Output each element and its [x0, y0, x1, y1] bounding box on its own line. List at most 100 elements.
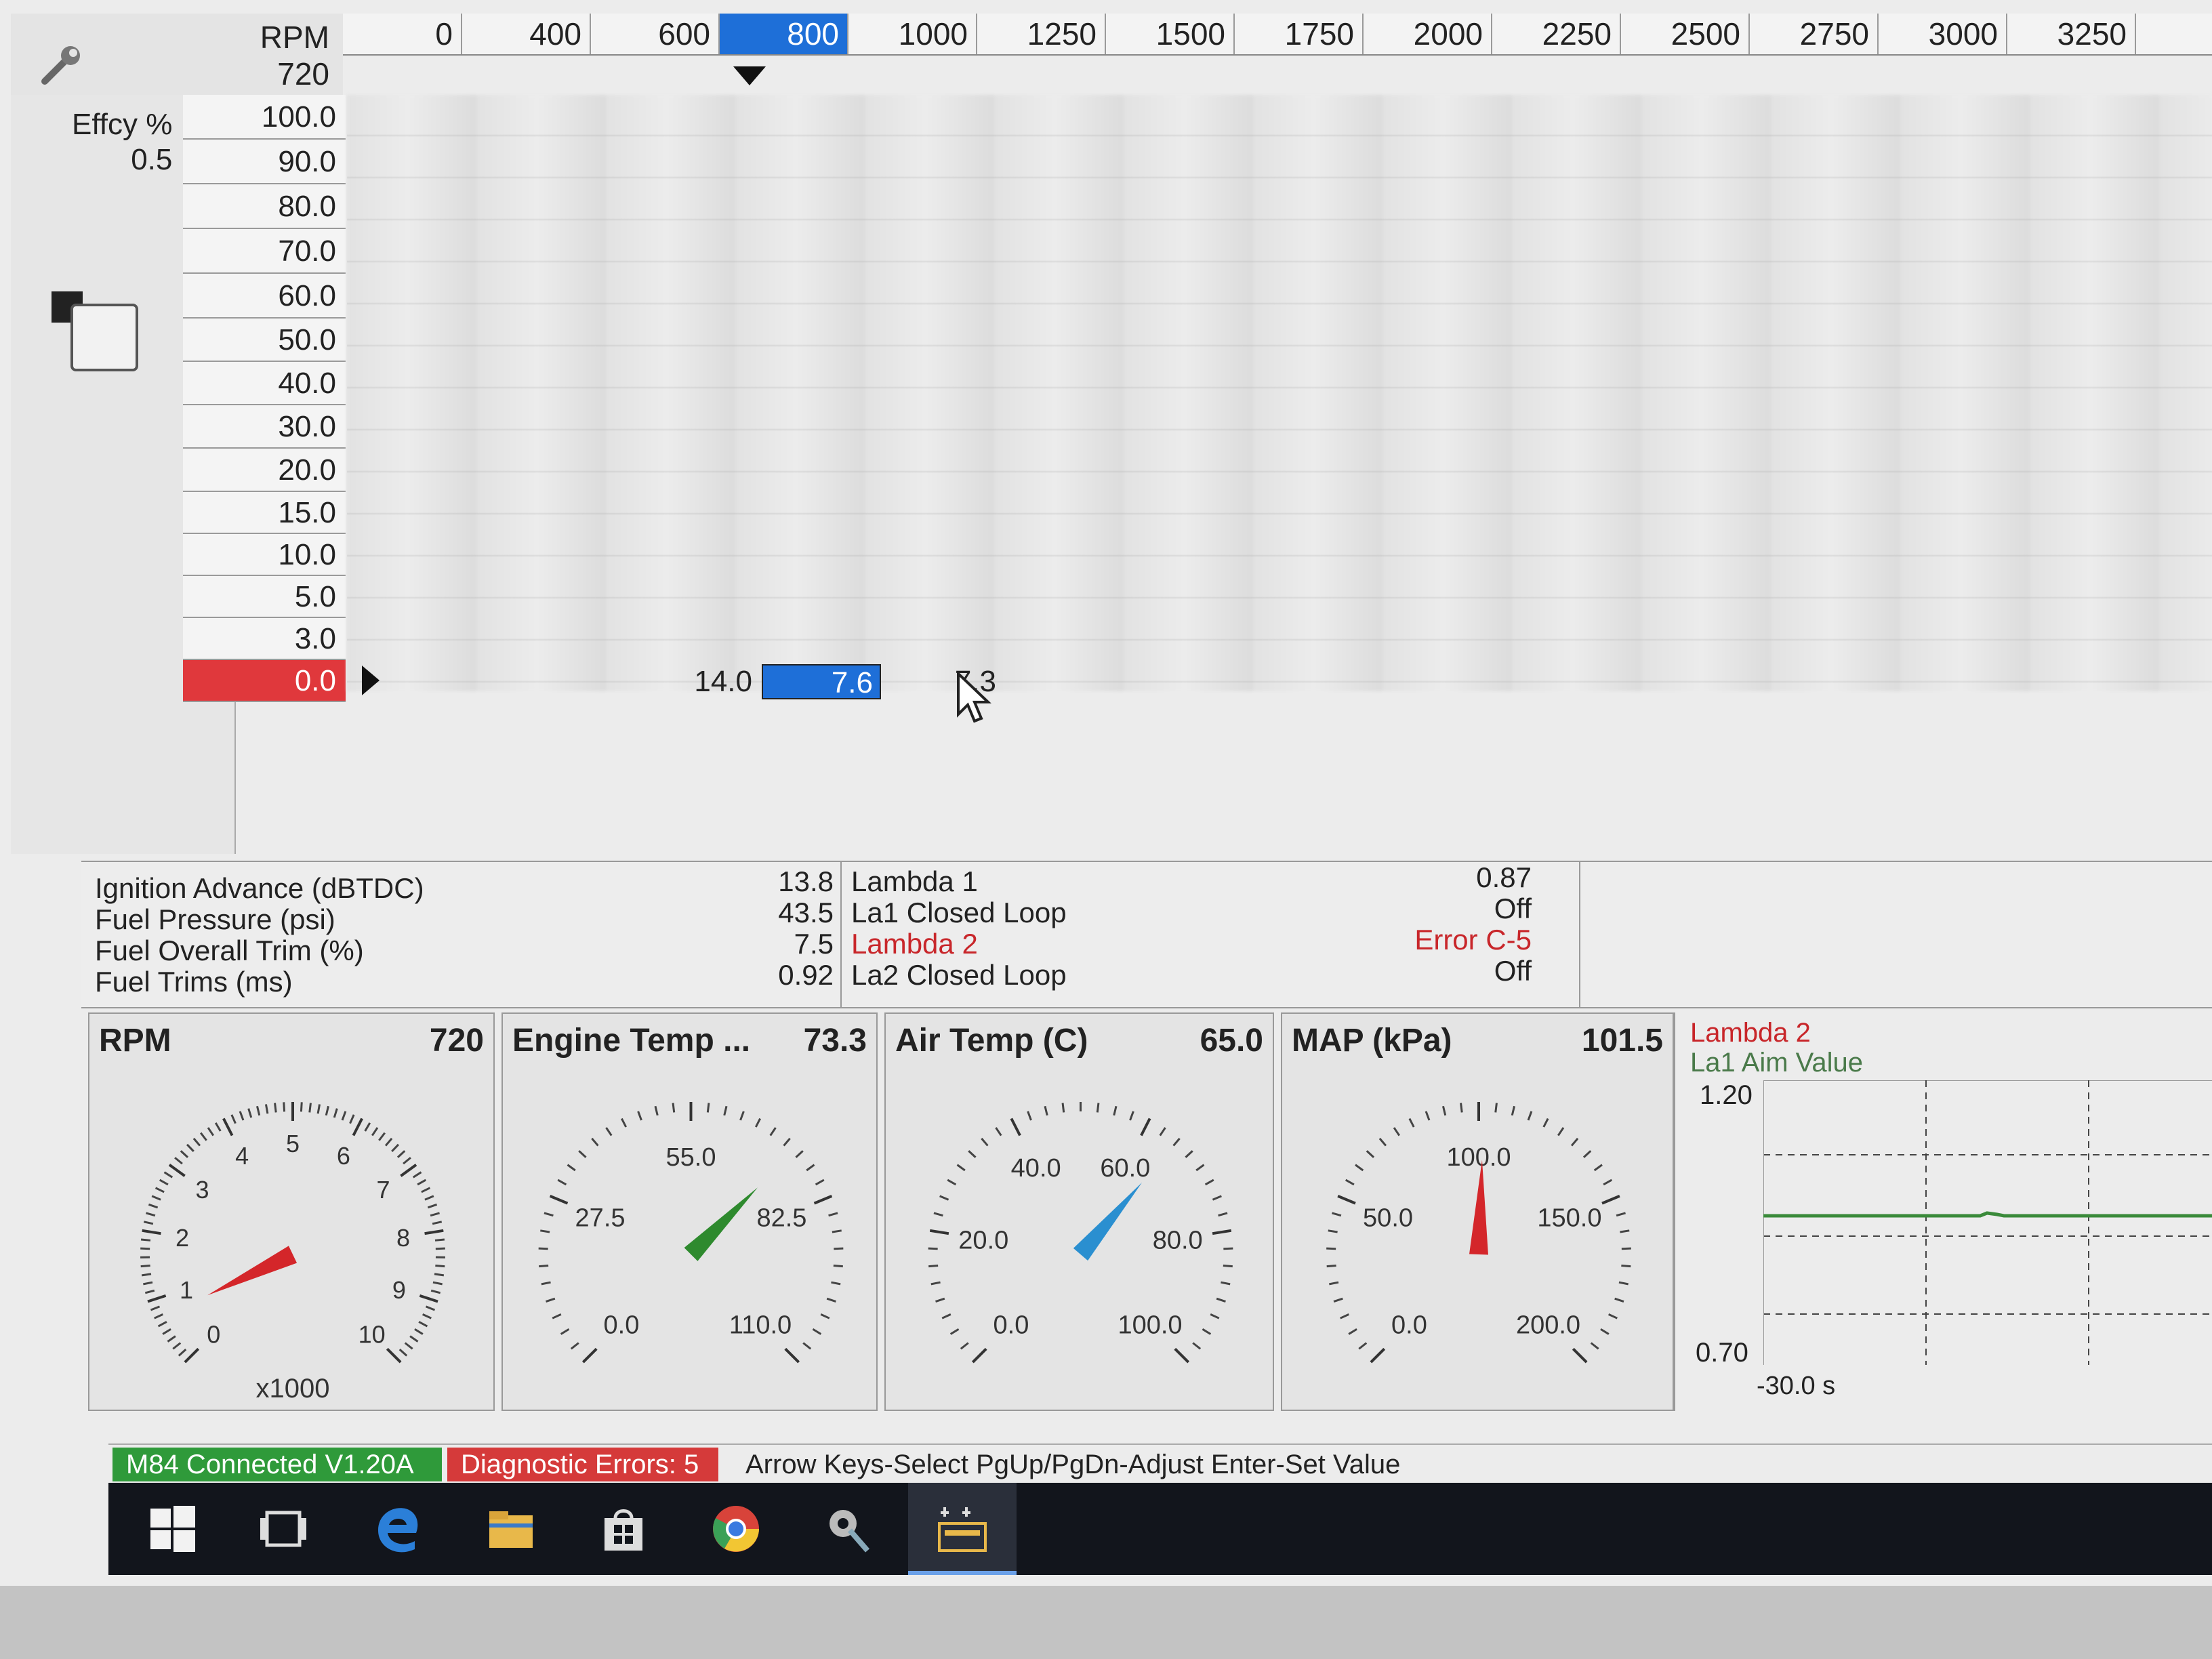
rpm-column-header[interactable]: 1250: [977, 14, 1106, 54]
table-cell[interactable]: 14.0: [664, 664, 759, 699]
tuning-tools-icon[interactable]: [823, 1503, 874, 1555]
load-row-header-active[interactable]: 0.0: [183, 660, 346, 702]
diagnostic-errors-button[interactable]: Diagnostic Errors: 5: [447, 1448, 718, 1481]
gauge-tick-label: 8: [396, 1224, 410, 1252]
gauge-major-tick: [784, 1347, 800, 1364]
rpm-column-header[interactable]: 3000: [1879, 14, 2007, 54]
gauge-tick: [192, 1137, 201, 1147]
gauge-tick: [1603, 1179, 1613, 1186]
store-icon[interactable]: [598, 1503, 649, 1555]
gauge-tick: [325, 1105, 329, 1116]
gauge-tick: [570, 1342, 579, 1350]
gauge-tick: [430, 1212, 440, 1217]
chart-legend-aim: La1 Aim Value: [1690, 1048, 1863, 1078]
rpm-column-header[interactable]: 2750: [1750, 14, 1879, 54]
selected-table-cell[interactable]: 7.6: [762, 664, 881, 699]
gauge-major-tick: [147, 1294, 167, 1303]
chrome-browser-icon[interactable]: [710, 1503, 762, 1555]
gauge-tick: [403, 1157, 411, 1165]
rpm-column-header[interactable]: 1750: [1235, 14, 1364, 54]
gauge-tick: [1326, 1265, 1336, 1268]
gauge-major-tick: [1140, 1118, 1151, 1136]
gauge-tick: [398, 1349, 408, 1357]
gauge-tick: [214, 1122, 222, 1132]
task-view-icon[interactable]: [258, 1503, 309, 1555]
gauge-tick: [434, 1273, 445, 1277]
gauge-tick: [567, 1164, 576, 1172]
active-app-tab[interactable]: [908, 1483, 1017, 1575]
gauge-tick-label: 0.0: [994, 1311, 1029, 1340]
gauge-tick: [140, 1265, 150, 1268]
gauge-major-tick: [1010, 1118, 1021, 1136]
rpm-column-header-selected[interactable]: 800: [720, 14, 848, 54]
gauge-tick: [546, 1297, 556, 1303]
effcy-current-value: 0.5: [131, 143, 173, 176]
load-row-header[interactable]: 80.0: [183, 184, 346, 229]
gauge-tick: [832, 1229, 842, 1233]
gauge-tick: [421, 1187, 431, 1193]
gauge-tick: [1460, 1103, 1463, 1113]
gauge-tick: [230, 1114, 237, 1124]
load-row-header[interactable]: 50.0: [183, 319, 346, 362]
load-row-header[interactable]: 15.0: [183, 492, 346, 534]
gauge-tick: [933, 1212, 943, 1217]
rpm-column-header[interactable]: 600: [591, 14, 720, 54]
gauge-major-tick: [424, 1229, 444, 1235]
gauge-tick: [430, 1289, 441, 1294]
gauge-tick: [1210, 1313, 1220, 1319]
gauge-tick-label: 0.0: [1391, 1311, 1427, 1340]
rpm-column-header[interactable]: 2250: [1492, 14, 1621, 54]
rpm-column-header[interactable]: 2500: [1621, 14, 1750, 54]
rpm-column-header[interactable]: 2000: [1364, 14, 1492, 54]
load-row-header[interactable]: 3.0: [183, 618, 346, 660]
gauge-tick: [941, 1313, 951, 1319]
file-explorer-icon[interactable]: [485, 1503, 537, 1555]
gauge-tick: [1542, 1118, 1549, 1128]
gauge-tick: [1096, 1103, 1100, 1113]
readout-label: Ignition Advance (dBTDC): [95, 872, 424, 904]
gauge-tick: [157, 1321, 167, 1328]
gauge-tick: [143, 1221, 154, 1225]
gauge-tick: [783, 1137, 791, 1147]
load-row-header[interactable]: 100.0: [183, 95, 346, 140]
load-row-header[interactable]: 60.0: [183, 274, 346, 319]
gauge-tick: [1527, 1111, 1533, 1121]
gauge-major-tick: [1337, 1195, 1356, 1205]
gauge-tick: [427, 1203, 438, 1209]
readout-divider: [840, 862, 842, 1007]
load-row-header[interactable]: 30.0: [183, 405, 346, 449]
rpm-column-header[interactable]: 400: [462, 14, 591, 54]
gauge-tick: [283, 1102, 286, 1112]
rpm-column-header[interactable]: 3250: [2007, 14, 2136, 54]
gauge-tick: [833, 1265, 843, 1268]
gauge-tick: [274, 1103, 277, 1113]
gauge-tick: [180, 1150, 189, 1158]
gauge-tick: [207, 1127, 215, 1136]
rpm-column-header[interactable]: 0: [343, 14, 462, 54]
effcy-label-text: Effcy %: [72, 108, 173, 141]
windows-start-icon[interactable]: [146, 1503, 198, 1555]
load-row-header[interactable]: 40.0: [183, 362, 346, 405]
gauge-tick: [960, 1342, 969, 1350]
load-row-header[interactable]: 5.0: [183, 576, 346, 618]
keyboard-help-text: Arrow Keys-Select PgUp/PgDn-Adjust Enter…: [745, 1450, 1401, 1479]
air-temp-gauge-panel: Air Temp (C) 65.0 0.0 20.0 40.0 60.0 80.0 100…: [884, 1012, 1274, 1411]
load-row-header[interactable]: 70.0: [183, 229, 346, 274]
load-row-header[interactable]: 90.0: [183, 140, 346, 184]
gauge-tick: [930, 1281, 941, 1286]
wrench-icon[interactable]: [38, 41, 85, 88]
gauge-tick: [935, 1297, 945, 1303]
gauge-tick: [557, 1179, 567, 1186]
gauge-major-tick: [1572, 1347, 1588, 1364]
gauge-tick: [1212, 1195, 1222, 1201]
edge-browser-icon[interactable]: [373, 1503, 424, 1555]
load-row-header[interactable]: 10.0: [183, 534, 346, 576]
windows-taskbar: [108, 1483, 2212, 1575]
map-gauge-dial: 0.0 50.0 100.0 150.0 200.0: [1326, 1102, 1631, 1364]
gauge-tick: [414, 1328, 424, 1335]
gauge-tick: [148, 1203, 159, 1209]
load-row-header[interactable]: 20.0: [183, 449, 346, 492]
rpm-column-header[interactable]: 1000: [848, 14, 977, 54]
rpm-column-header[interactable]: 1500: [1106, 14, 1235, 54]
restore-window-icon[interactable]: [52, 291, 160, 386]
